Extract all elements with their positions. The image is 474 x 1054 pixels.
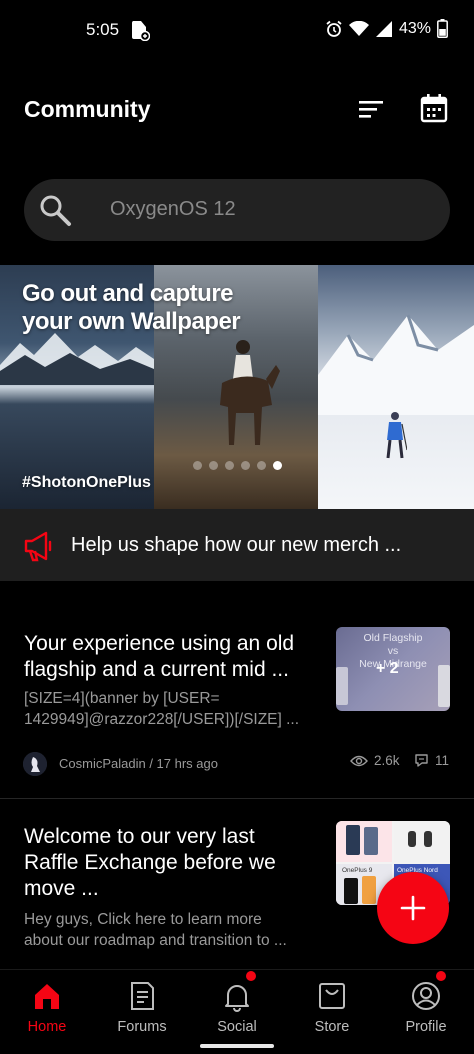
profile-notification-badge: [436, 971, 446, 981]
nav-label: Forums: [117, 1019, 167, 1035]
more-images-badge: + 2: [376, 660, 399, 677]
featured-banner[interactable]: Go out and capture your own Wallpaper #S…: [0, 265, 474, 509]
nav-social[interactable]: Social: [197, 980, 277, 1035]
search-icon: [40, 195, 71, 226]
banner-hashtag: #ShotonOnePlus: [22, 474, 151, 491]
carousel-dot[interactable]: [225, 461, 234, 470]
gesture-bar[interactable]: [200, 1044, 274, 1048]
post-title[interactable]: Welcome to our very last Raffle Exchange…: [24, 824, 324, 902]
status-icons: 43%: [325, 19, 448, 38]
home-icon: [35, 984, 59, 1009]
nav-profile[interactable]: Profile: [386, 980, 466, 1035]
post-snippet-line: [SIZE=4](banner by [USER=: [24, 690, 220, 707]
announcement-text[interactable]: Help us shape how our new merch ...: [71, 534, 401, 557]
post-snippet: [SIZE=4](banner by [USER= 1429949]@razzo…: [24, 688, 324, 730]
battery-percent: 43%: [398, 19, 431, 37]
post-title[interactable]: Your experience using an old flagship an…: [24, 631, 324, 683]
social-notification-badge: [246, 971, 256, 981]
thumb-label: OnePlus 9: [342, 867, 373, 874]
banner-headline-line2: your own Wallpaper: [22, 308, 241, 335]
thumb-cell: [394, 821, 450, 862]
megaphone-icon: [24, 531, 52, 562]
page-title: Community: [24, 96, 151, 122]
battery-icon: [437, 19, 448, 38]
search-placeholder[interactable]: OxygenOS 12: [110, 198, 236, 221]
carousel-dot[interactable]: [209, 461, 218, 470]
nav-label: Profile: [405, 1019, 447, 1035]
post-thumbnail[interactable]: Old Flagship vs New Midrange + 2: [336, 627, 450, 711]
post-title-line[interactable]: Welcome to our very last: [24, 824, 324, 850]
nav-store[interactable]: Store: [292, 980, 372, 1035]
eye-icon: [350, 755, 368, 766]
post-title-line[interactable]: Your experience using an old: [24, 631, 324, 657]
comment-icon: [415, 754, 428, 767]
nav-home[interactable]: Home: [7, 980, 87, 1035]
horse-rider: [220, 340, 280, 445]
carousel-dot[interactable]: [257, 461, 266, 470]
forums-icon: [131, 982, 154, 1010]
status-time: 5:05: [86, 20, 120, 39]
thumb-text: vs: [387, 645, 399, 657]
thumb-phone-right: [438, 665, 450, 707]
post-snippet-line: Hey guys, Click here to learn more: [24, 911, 262, 928]
create-post-button[interactable]: [377, 872, 449, 944]
thumb-text: Old Flagship: [363, 632, 423, 644]
avatar-image: [23, 752, 47, 776]
post-snippet-line: 1429949]@razzor228[/USER])[/SIZE] ...: [24, 711, 300, 728]
nav-label: Store: [314, 1019, 350, 1035]
signal-icon: [375, 20, 392, 37]
post-snippet: Hey guys, Click here to learn more about…: [24, 909, 324, 951]
views-value: 2.6k: [374, 753, 400, 768]
nav-forums[interactable]: Forums: [102, 980, 182, 1035]
sort-icon[interactable]: [357, 96, 385, 122]
banner-headline: Go out and capture your own Wallpaper: [22, 280, 241, 336]
calendar-icon[interactable]: [420, 93, 448, 123]
carousel-dot-active[interactable]: [273, 461, 282, 470]
post-title-line[interactable]: Raffle Exchange before we: [24, 850, 324, 876]
post-snippet-line: about our roadmap and transition to ...: [24, 932, 287, 949]
thumb-phone-left: [336, 667, 348, 705]
wifi-icon: [348, 20, 369, 36]
post-title-line[interactable]: move ...: [24, 876, 324, 902]
carousel-indicator[interactable]: [193, 461, 282, 470]
banner-headline-line1: Go out and capture: [22, 280, 234, 307]
search-bar[interactable]: [24, 179, 450, 241]
thumb-cell: [336, 821, 392, 862]
post-meta: CosmicPaladin / 17 hrs ago: [59, 756, 218, 771]
notification-app-icon: [131, 21, 150, 41]
comments-count: 11: [414, 753, 449, 768]
hiker: [386, 412, 407, 459]
carousel-dot[interactable]: [241, 461, 250, 470]
nav-label: Social: [217, 1019, 257, 1035]
divider: [0, 798, 474, 799]
bell-icon: [225, 985, 249, 1012]
snowy-mountain: [318, 314, 474, 415]
plus-icon: [400, 895, 426, 921]
profile-icon: [412, 982, 440, 1010]
carousel-dot[interactable]: [193, 461, 202, 470]
avatar[interactable]: [23, 752, 47, 776]
post-title-line[interactable]: flagship and a current mid ...: [24, 657, 324, 683]
comments-value: 11: [435, 753, 450, 768]
views-count: 2.6k: [350, 753, 400, 768]
nav-label: Home: [27, 1019, 67, 1035]
alarm-icon: [326, 20, 342, 37]
store-icon: [319, 983, 345, 1009]
